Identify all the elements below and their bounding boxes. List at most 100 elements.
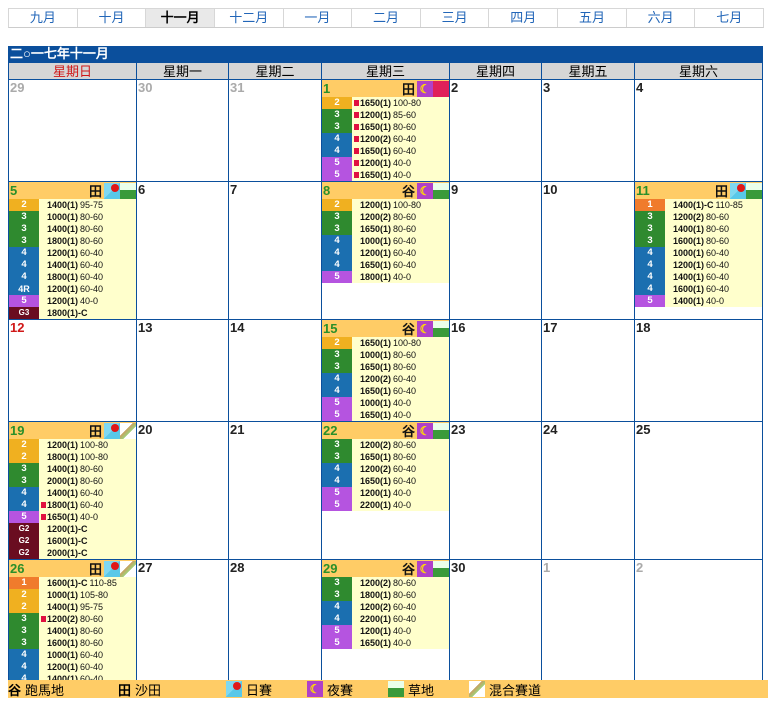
race-entry[interactable]: 3 1000(1) 80-60 <box>9 211 136 223</box>
race-entry[interactable]: 5 2200(1) 40-0 <box>322 499 449 511</box>
race-distance: 1000(1) <box>360 236 392 246</box>
race-entry[interactable]: 4 1200(2) 60-40 <box>322 463 449 475</box>
race-entry[interactable]: G2 1600(1)-C <box>9 535 136 547</box>
race-entry[interactable]: 3 1600(1) 80-60 <box>9 637 136 649</box>
race-entry[interactable]: G2 2000(1)-C <box>9 547 136 559</box>
race-entry[interactable]: 5 1200(1) 40-0 <box>322 625 449 637</box>
race-entry[interactable]: 4 1800(1) 60-40 <box>9 499 136 511</box>
race-entry[interactable]: 2 1650(1) 100-80 <box>322 337 449 349</box>
month-tab[interactable]: 十二月 <box>215 9 284 27</box>
race-entry[interactable]: 4 1200(1) 60-40 <box>9 661 136 673</box>
day-number: 10 <box>543 182 558 197</box>
race-entry[interactable]: 2 1800(1) 100-80 <box>9 451 136 463</box>
race-entry[interactable]: 5 1650(1) 40-0 <box>322 637 449 649</box>
race-entry[interactable]: 4 1400(1) 60-40 <box>9 487 136 499</box>
race-entry[interactable]: 2 1200(1) 100-80 <box>322 199 449 211</box>
race-entry[interactable]: 5 1400(1) 40-0 <box>635 295 762 307</box>
race-entry[interactable]: 3 1200(1) 85-60 <box>322 109 449 121</box>
race-class-badge: 5 <box>635 295 665 307</box>
race-entry[interactable]: 4 1400(1) 60-40 <box>9 259 136 271</box>
race-entry[interactable]: 3 1650(1) 80-60 <box>322 223 449 235</box>
race-entry[interactable]: 3 1000(1) 80-60 <box>322 349 449 361</box>
race-entry[interactable]: 4 1800(1) 60-40 <box>9 271 136 283</box>
race-entry[interactable]: 2 1400(1) 95-75 <box>9 199 136 211</box>
race-entry[interactable]: 4 1400(1) 60-40 <box>635 271 762 283</box>
race-entry[interactable]: 3 1200(2) 80-60 <box>322 577 449 589</box>
race-entry[interactable]: 2 1400(1) 95-75 <box>9 601 136 613</box>
race-entry[interactable]: 3 1650(1) 80-60 <box>322 361 449 373</box>
race-entry[interactable]: 4R 1200(1) 60-40 <box>9 283 136 295</box>
race-class-badge: 3 <box>9 235 39 247</box>
race-entry[interactable]: 4 1000(1) 60-40 <box>635 247 762 259</box>
race-distance: 1200(1) <box>360 200 392 210</box>
race-entry[interactable]: 5 1200(1) 40-0 <box>322 157 449 169</box>
month-tab[interactable]: 十一月 <box>146 9 215 27</box>
race-entry[interactable]: 4 1200(1) 60-40 <box>635 259 762 271</box>
race-entry[interactable]: 4 1200(2) 60-40 <box>322 373 449 385</box>
race-entry[interactable]: 3 1200(2) 80-60 <box>322 211 449 223</box>
race-entry[interactable]: 3 1400(1) 80-60 <box>9 625 136 637</box>
race-entry[interactable]: 4 1000(1) 60-40 <box>322 235 449 247</box>
rating-band: 40-0 <box>80 296 99 306</box>
race-entry[interactable]: G2 1200(1)-C <box>9 523 136 535</box>
race-entry[interactable]: 4 1200(1) 60-40 <box>9 247 136 259</box>
calendar-day-cell: 2 <box>634 559 763 687</box>
race-entry[interactable]: 5 1650(1) 40-0 <box>322 409 449 421</box>
race-entry[interactable]: 4 1650(1) 60-40 <box>322 385 449 397</box>
meeting-header: 5田 <box>9 182 136 199</box>
race-entry[interactable]: 4 1650(1) 60-40 <box>322 475 449 487</box>
rating-band: 80-60 <box>393 590 417 600</box>
race-entry[interactable]: 3 1400(1) 80-60 <box>635 223 762 235</box>
race-entry[interactable]: 3 1800(1) 80-60 <box>322 589 449 601</box>
race-entry[interactable]: 3 1600(1) 80-60 <box>635 235 762 247</box>
day-number: 12 <box>10 320 25 335</box>
race-entry[interactable]: 5 1650(1) 40-0 <box>9 511 136 523</box>
month-tab[interactable]: 七月 <box>695 9 763 27</box>
race-entry[interactable]: 2 1650(1) 100-80 <box>322 97 449 109</box>
rating-band: 60-40 <box>80 662 104 672</box>
race-distance: 1650(1) <box>360 452 392 462</box>
month-tab[interactable]: 二月 <box>352 9 421 27</box>
day-number: 22 <box>323 423 338 438</box>
race-entry[interactable]: 4 1650(1) 60-40 <box>322 259 449 271</box>
race-entry[interactable]: 3 1200(2) 80-60 <box>635 211 762 223</box>
race-entry[interactable]: 2 1200(1) 100-80 <box>9 439 136 451</box>
race-entry[interactable]: 4 1200(1) 60-40 <box>322 247 449 259</box>
race-entry[interactable]: 4 1200(2) 60-40 <box>322 601 449 613</box>
month-tab[interactable]: 十月 <box>78 9 147 27</box>
race-entry[interactable]: 3 1800(1) 80-60 <box>9 235 136 247</box>
race-entry[interactable]: 5 1650(1) 40-0 <box>322 169 449 181</box>
month-tab[interactable]: 九月 <box>9 9 78 27</box>
race-entry[interactable]: 5 1200(1) 40-0 <box>322 487 449 499</box>
race-entry[interactable]: 3 2000(1) 80-60 <box>9 475 136 487</box>
race-entry[interactable]: 2 1000(1) 105-80 <box>9 589 136 601</box>
month-tab[interactable]: 三月 <box>421 9 490 27</box>
month-tab[interactable]: 五月 <box>558 9 627 27</box>
race-distance: 1200(1) <box>47 440 79 450</box>
race-entry[interactable]: 3 1200(2) 80-60 <box>322 439 449 451</box>
race-entry[interactable]: 5 1000(1) 40-0 <box>322 397 449 409</box>
race-class-badge: 2 <box>322 199 352 211</box>
race-entry[interactable]: 4 1650(1) 60-40 <box>322 145 449 157</box>
race-entry[interactable]: 3 1400(1) 80-60 <box>9 223 136 235</box>
race-entry[interactable]: 4 1200(2) 60-40 <box>322 133 449 145</box>
legend-bar: 谷跑馬地田沙田 日賽 ☾ 夜賽 草地 混合賽道 <box>8 680 768 698</box>
race-entry[interactable]: 4 1000(1) 60-40 <box>9 649 136 661</box>
race-entry[interactable]: 3 1400(1) 80-60 <box>9 463 136 475</box>
race-entry[interactable]: 4 2200(1) 60-40 <box>322 613 449 625</box>
race-entry[interactable]: 1 1400(1)-C 110-85 <box>635 199 762 211</box>
month-tab[interactable]: 六月 <box>627 9 696 27</box>
race-entry[interactable]: G3 1800(1)-C <box>9 307 136 319</box>
race-entry[interactable]: 4 1600(1) 60-40 <box>635 283 762 295</box>
race-class-badge: 3 <box>322 223 352 235</box>
race-entry[interactable]: 3 1200(2) 80-60 <box>9 613 136 625</box>
month-tab[interactable]: 一月 <box>284 9 353 27</box>
race-entry[interactable]: 3 1650(1) 80-60 <box>322 121 449 133</box>
race-distance: 1400(1) <box>47 200 79 210</box>
race-entry[interactable]: 1 1600(1)-C 110-85 <box>9 577 136 589</box>
race-entry[interactable]: 3 1650(1) 80-60 <box>322 451 449 463</box>
month-tab[interactable]: 四月 <box>489 9 559 27</box>
race-entry[interactable]: 5 1800(1) 40-0 <box>322 271 449 283</box>
race-entry[interactable]: 5 1200(1) 40-0 <box>9 295 136 307</box>
race-class-badge: 3 <box>635 211 665 223</box>
